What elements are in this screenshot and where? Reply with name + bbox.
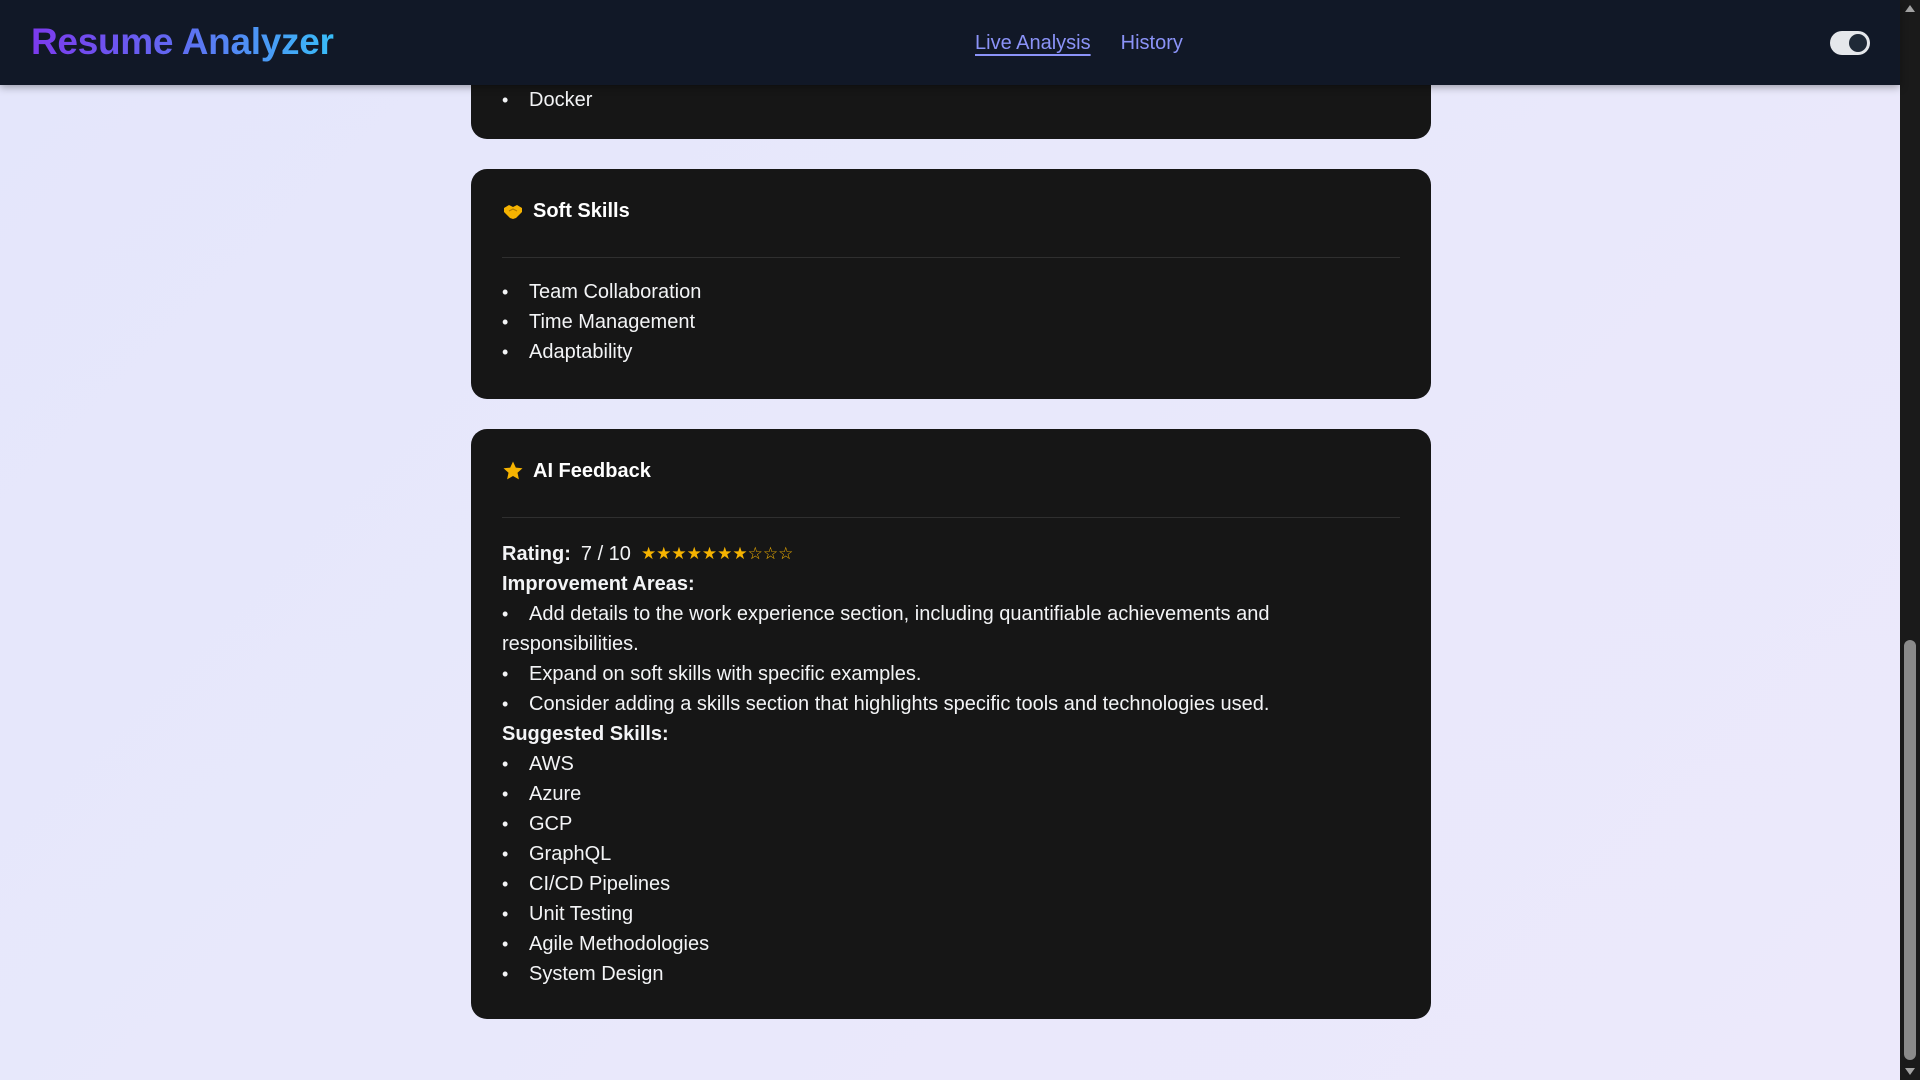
card-title: AI Feedback (533, 460, 651, 482)
rating-value: 7 / 10 (580, 543, 631, 565)
list-item: Docker (502, 85, 1400, 115)
scroll-up-icon[interactable] (1905, 5, 1915, 12)
soft-skills-list: Team Collaboration Time Management Adapt… (502, 277, 1400, 367)
scrollbar-thumb[interactable] (1904, 640, 1916, 1060)
card-title: Soft Skills (533, 200, 630, 222)
list-item: AWS (502, 749, 1371, 779)
nav-links: Live Analysis History (975, 30, 1183, 56)
divider (502, 517, 1400, 518)
list-item: Consider adding a skills section that hi… (502, 689, 1371, 719)
star-icon (502, 460, 524, 482)
technical-skills-list: Docker (502, 85, 1400, 115)
vertical-scrollbar[interactable] (1900, 0, 1920, 1080)
rating-stars: ★★★★★★★☆☆☆ (640, 544, 794, 563)
suggested-skills-heading: Suggested Skills: (502, 723, 669, 745)
list-item: System Design (502, 959, 1371, 989)
rating-row: Rating: 7 / 10 ★★★★★★★☆☆☆ (502, 539, 1371, 569)
improvement-areas-list: Add details to the work experience secti… (502, 599, 1371, 719)
list-item: Agile Methodologies (502, 929, 1371, 959)
list-item: Time Management (502, 307, 1400, 337)
list-item: Team Collaboration (502, 277, 1400, 307)
list-item: GraphQL (502, 839, 1371, 869)
list-item: Adaptability (502, 337, 1400, 367)
feedback-body: Rating: 7 / 10 ★★★★★★★☆☆☆ Improvement Ar… (502, 539, 1371, 989)
theme-toggle[interactable] (1830, 31, 1870, 55)
handshake-icon (502, 200, 524, 222)
card-header: Soft Skills (502, 198, 630, 224)
card-header: AI Feedback (502, 458, 651, 484)
soft-skills-card: Soft Skills Team Collaboration Time Mana… (471, 169, 1431, 399)
suggested-skills-list: AWS Azure GCP GraphQL CI/CD Pipelines Un… (502, 749, 1371, 989)
ai-feedback-card: AI Feedback Rating: 7 / 10 ★★★★★★★☆☆☆ Im… (471, 429, 1431, 1019)
divider (502, 257, 1400, 258)
list-item: Add details to the work experience secti… (502, 599, 1371, 659)
improvement-areas-heading: Improvement Areas: (502, 573, 695, 595)
nav-live-analysis[interactable]: Live Analysis (975, 30, 1091, 56)
list-item: CI/CD Pipelines (502, 869, 1371, 899)
scroll-down-icon[interactable] (1905, 1068, 1915, 1075)
top-navbar: Resume Analyzer Live Analysis History (0, 0, 1900, 85)
list-item: Azure (502, 779, 1371, 809)
list-item: Unit Testing (502, 899, 1371, 929)
rating-label: Rating: (502, 543, 571, 565)
list-item: GCP (502, 809, 1371, 839)
list-item: Expand on soft skills with specific exam… (502, 659, 1371, 689)
toggle-knob (1849, 34, 1867, 52)
nav-history[interactable]: History (1121, 30, 1183, 56)
app-title[interactable]: Resume Analyzer (31, 18, 334, 66)
